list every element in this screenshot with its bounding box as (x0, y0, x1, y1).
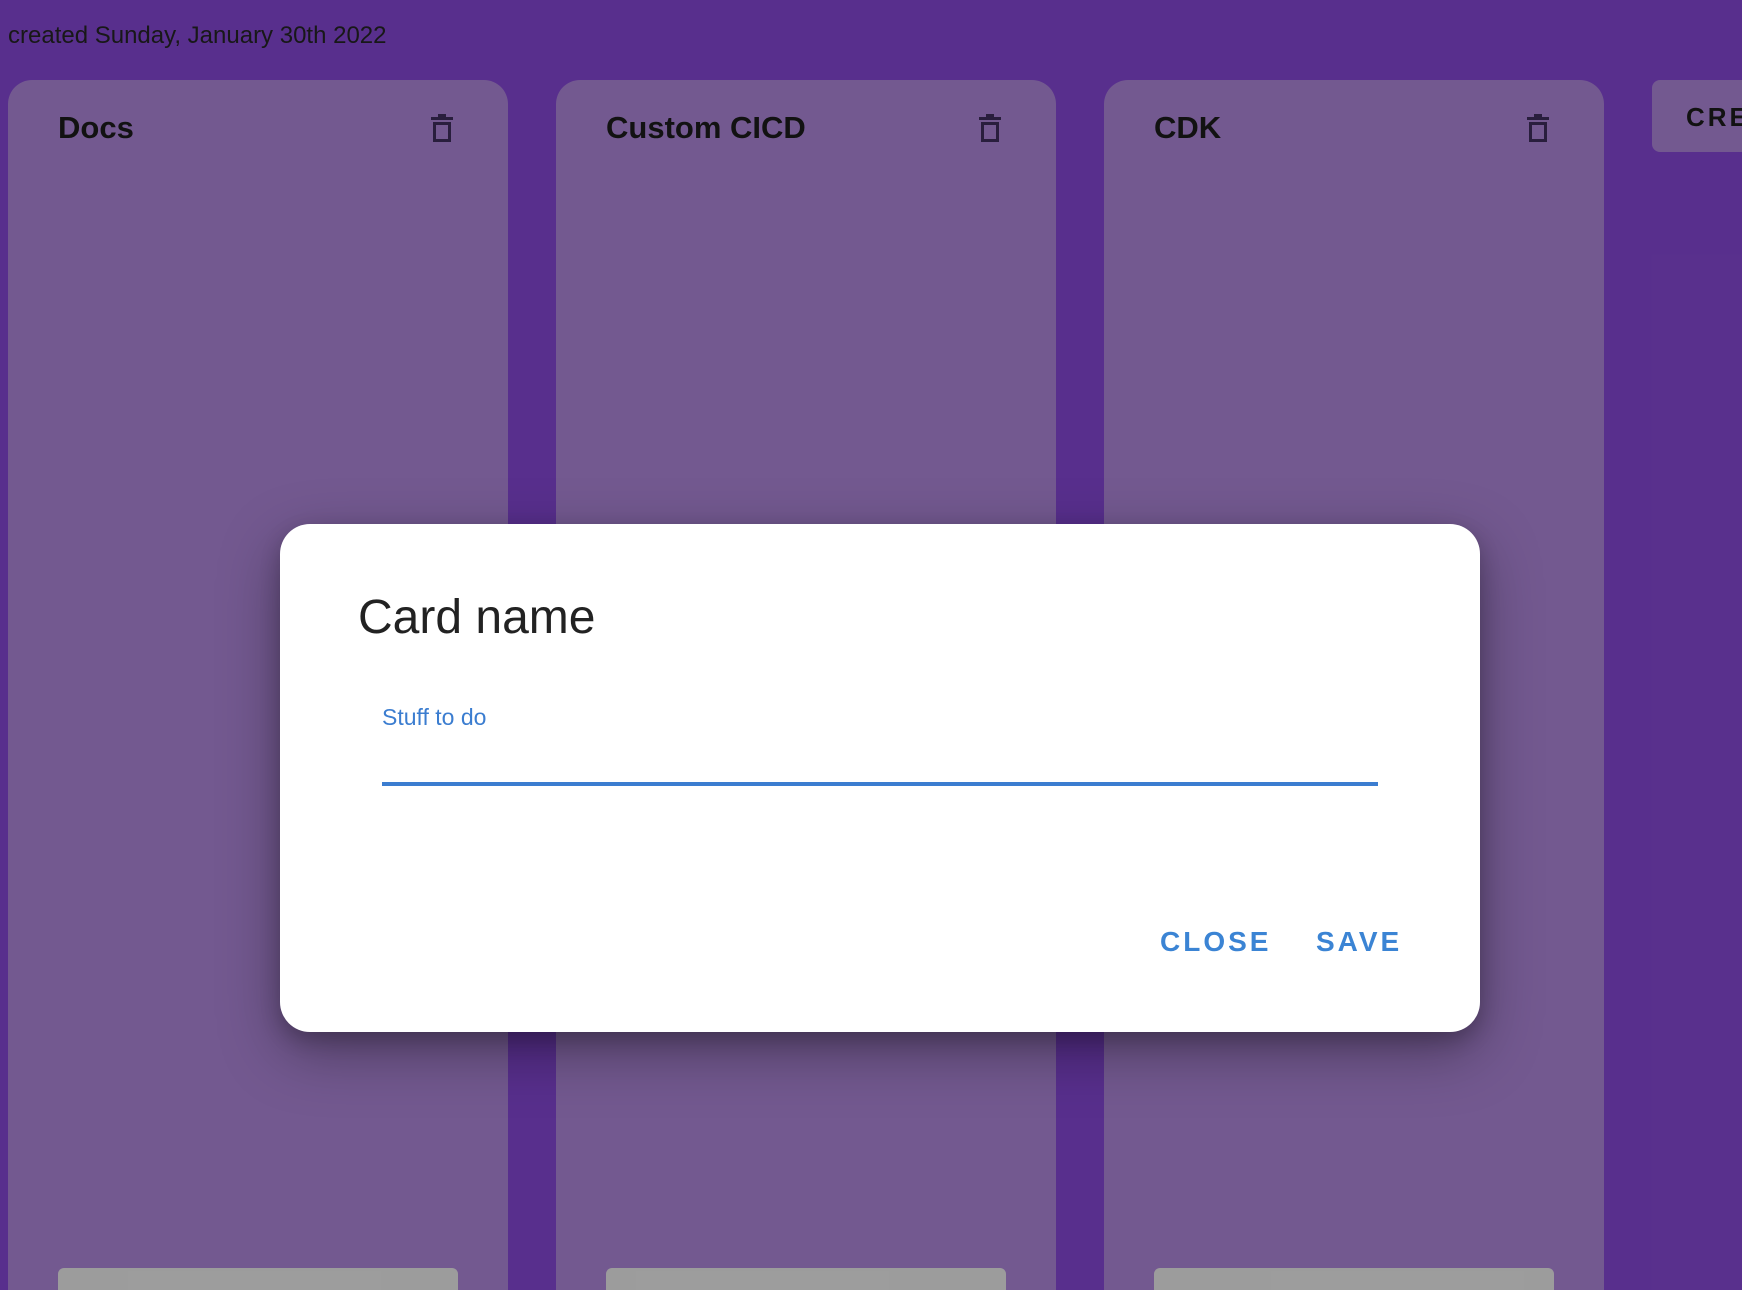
close-button[interactable]: CLOSE (1160, 926, 1271, 958)
card-name-dialog: Card name Stuff to do CLOSE SAVE (280, 524, 1480, 1032)
save-button[interactable]: SAVE (1316, 926, 1402, 958)
card-name-label: Stuff to do (382, 704, 487, 730)
dialog-title: Card name (358, 591, 596, 644)
card-name-input[interactable] (382, 736, 1378, 786)
